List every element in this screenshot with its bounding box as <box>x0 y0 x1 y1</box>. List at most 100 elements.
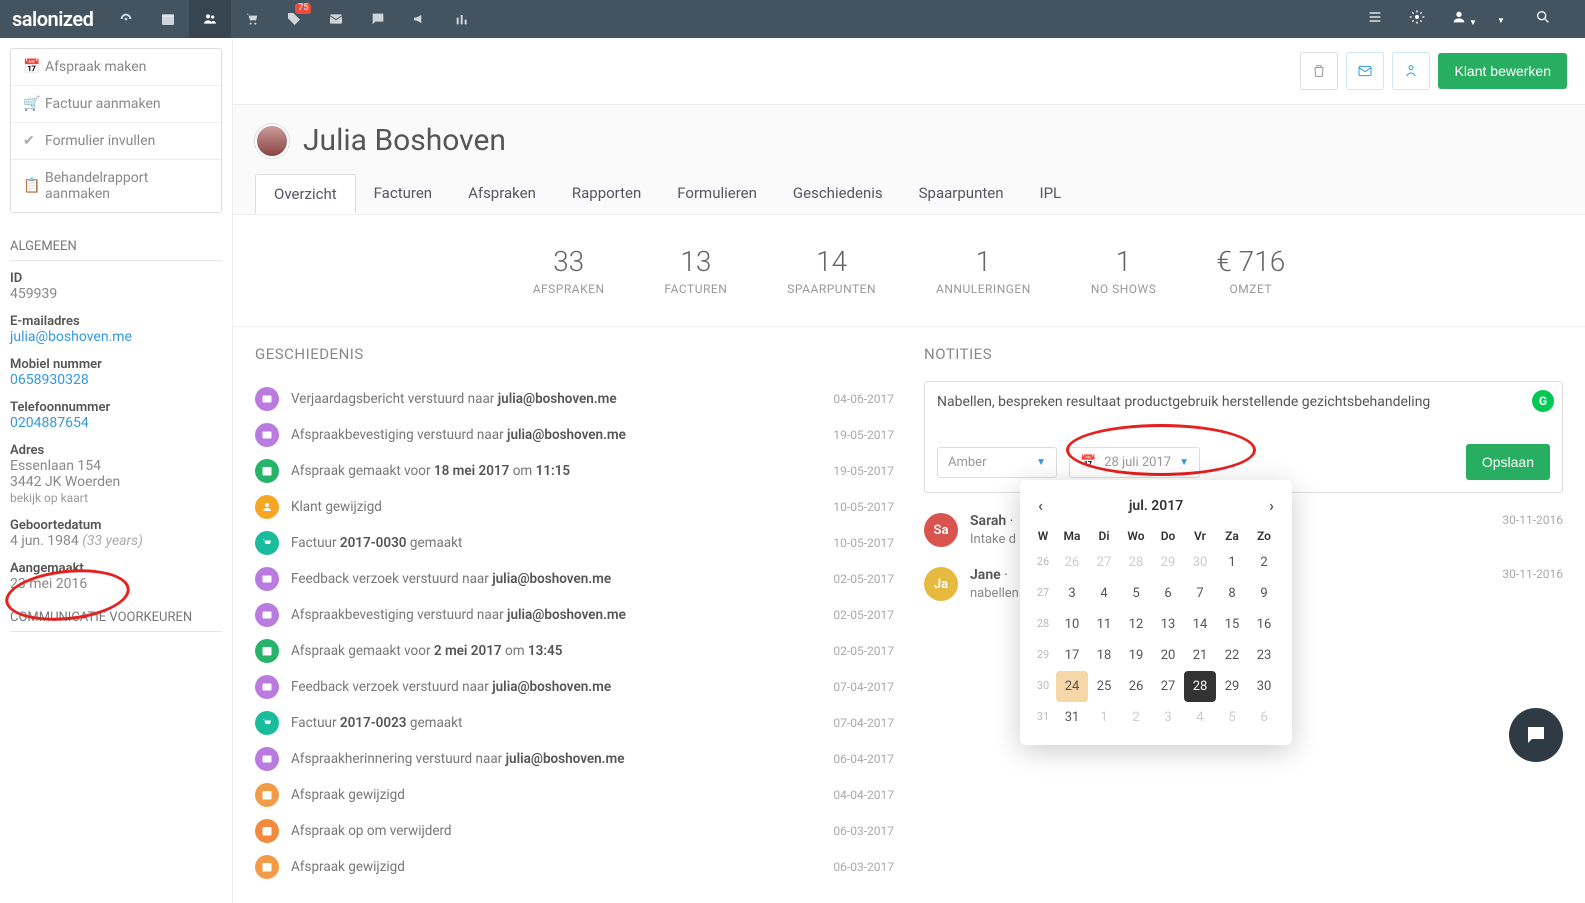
history-item[interactable]: Feedback verzoek verstuurd naar julia@bo… <box>255 561 894 597</box>
history-item[interactable]: Afspraak op om verwijderd06-03-2017 <box>255 813 894 849</box>
dp-day[interactable]: 8 <box>1216 578 1248 609</box>
dp-day[interactable]: 3 <box>1152 702 1184 733</box>
edit-client-button[interactable]: Klant bewerken <box>1438 53 1567 89</box>
dp-day[interactable]: 23 <box>1248 640 1280 671</box>
tab-ipl[interactable]: IPL <box>1022 174 1080 214</box>
chat-fab[interactable] <box>1509 708 1563 762</box>
datepicker-next[interactable]: › <box>1269 496 1274 515</box>
note-date-select[interactable]: 📅28 juli 2017▼ <box>1069 447 1200 478</box>
dp-day[interactable]: 29 <box>1152 547 1184 578</box>
history-item[interactable]: Factuur 2017-0030 gemaakt10-05-2017 <box>255 525 894 561</box>
dp-day[interactable]: 30 <box>1248 671 1280 702</box>
search-icon[interactable] <box>1535 9 1573 29</box>
account-avatar[interactable]: ▼ <box>1493 11 1531 27</box>
dp-day[interactable]: 12 <box>1120 609 1152 640</box>
dp-day[interactable]: 29 <box>1216 671 1248 702</box>
history-item[interactable]: Afspraak gemaakt voor 2 mei 2017 om 13:4… <box>255 633 894 669</box>
address-map-link[interactable]: bekijk op kaart <box>10 491 88 505</box>
dp-day[interactable]: 3 <box>1056 578 1088 609</box>
dp-day[interactable]: 25 <box>1088 671 1120 702</box>
history-item[interactable]: Factuur 2017-0023 gemaakt07-04-2017 <box>255 705 894 741</box>
stats-icon[interactable] <box>441 0 483 38</box>
dp-day[interactable]: 28 <box>1120 547 1152 578</box>
settings-icon[interactable] <box>1409 9 1447 29</box>
dp-day[interactable]: 30 <box>1184 547 1216 578</box>
dp-day[interactable]: 31 <box>1056 702 1088 733</box>
dp-day[interactable]: 28 <box>1184 671 1216 702</box>
chat-icon[interactable] <box>357 0 399 38</box>
dp-day[interactable]: 27 <box>1152 671 1184 702</box>
dp-day[interactable]: 22 <box>1216 640 1248 671</box>
dp-day[interactable]: 20 <box>1152 640 1184 671</box>
dp-day[interactable]: 26 <box>1120 671 1152 702</box>
sidebar-action-appointment[interactable]: 📅Afspraak maken <box>11 49 221 86</box>
note-textarea[interactable] <box>937 394 1550 426</box>
tab-rapporten[interactable]: Rapporten <box>554 174 659 214</box>
phone-value[interactable]: 0204887654 <box>10 415 89 431</box>
dp-day[interactable]: 27 <box>1088 547 1120 578</box>
dp-day[interactable]: 16 <box>1248 609 1280 640</box>
history-item[interactable]: Afspraak gemaakt voor 18 mei 2017 om 11:… <box>255 453 894 489</box>
tab-formulieren[interactable]: Formulieren <box>659 174 775 214</box>
dp-day[interactable]: 4 <box>1088 578 1120 609</box>
tab-geschiedenis[interactable]: Geschiedenis <box>775 174 901 214</box>
history-item[interactable]: Feedback verzoek verstuurd naar julia@bo… <box>255 669 894 705</box>
sidebar-action-form[interactable]: ✔Formulier invullen <box>11 123 221 160</box>
dp-day[interactable]: 5 <box>1120 578 1152 609</box>
history-item[interactable]: Afspraakbevestiging verstuurd naar julia… <box>255 597 894 633</box>
dp-day[interactable]: 21 <box>1184 640 1216 671</box>
mobile-value[interactable]: 0658930328 <box>10 372 89 388</box>
dp-day[interactable]: 5 <box>1216 702 1248 733</box>
history-item[interactable]: Klant gewijzigd10-05-2017 <box>255 489 894 525</box>
datepicker-prev[interactable]: ‹ <box>1038 496 1043 515</box>
merge-button[interactable] <box>1392 52 1430 90</box>
mail-icon[interactable] <box>315 0 357 38</box>
dp-day[interactable]: 1 <box>1088 702 1120 733</box>
tab-afspraken[interactable]: Afspraken <box>450 174 554 214</box>
list-icon[interactable] <box>1367 9 1405 29</box>
dp-day[interactable]: 18 <box>1088 640 1120 671</box>
history-item[interactable]: Afspraakherinnering verstuurd naar julia… <box>255 741 894 777</box>
dashboard-icon[interactable] <box>105 0 147 38</box>
history-item[interactable]: Afspraakbevestiging verstuurd naar julia… <box>255 417 894 453</box>
dp-day[interactable]: 6 <box>1248 702 1280 733</box>
customers-icon[interactable] <box>189 0 231 38</box>
megaphone-icon[interactable] <box>399 0 441 38</box>
dp-day[interactable]: 2 <box>1120 702 1152 733</box>
cart-icon[interactable] <box>231 0 273 38</box>
dp-day[interactable]: 14 <box>1184 609 1216 640</box>
calendar-icon[interactable] <box>147 0 189 38</box>
history-item[interactable]: Verjaardagsbericht verstuurd naar julia@… <box>255 381 894 417</box>
dp-day[interactable]: 11 <box>1088 609 1120 640</box>
note-assignee-select[interactable]: Amber▼ <box>937 447 1057 478</box>
dp-day[interactable]: 4 <box>1184 702 1216 733</box>
dp-week-num: 29 <box>1030 640 1056 671</box>
tab-overzicht[interactable]: Overzicht <box>255 174 356 214</box>
tags-icon[interactable]: 75 <box>273 0 315 38</box>
sidebar-action-invoice[interactable]: 🛒Factuur aanmaken <box>11 86 221 123</box>
dp-day[interactable]: 2 <box>1248 547 1280 578</box>
dp-day[interactable]: 24 <box>1056 671 1088 702</box>
dp-day[interactable]: 1 <box>1216 547 1248 578</box>
history-item[interactable]: Afspraak gewijzigd06-03-2017 <box>255 849 894 885</box>
email-value[interactable]: julia@boshoven.me <box>10 329 132 345</box>
history-item[interactable]: Afspraak gewijzigd04-04-2017 <box>255 777 894 813</box>
dp-day[interactable]: 13 <box>1152 609 1184 640</box>
tab-facturen[interactable]: Facturen <box>356 174 450 214</box>
dp-day[interactable]: 6 <box>1152 578 1184 609</box>
calendar-icon: 📅 <box>1080 455 1096 470</box>
tab-spaarpunten[interactable]: Spaarpunten <box>901 174 1022 214</box>
dp-day[interactable]: 7 <box>1184 578 1216 609</box>
dp-day[interactable]: 19 <box>1120 640 1152 671</box>
mail-button[interactable] <box>1346 52 1384 90</box>
note-save-button[interactable]: Opslaan <box>1466 444 1550 480</box>
history-text: Verjaardagsbericht verstuurd naar julia@… <box>291 391 821 407</box>
dp-day[interactable]: 15 <box>1216 609 1248 640</box>
dp-day[interactable]: 9 <box>1248 578 1280 609</box>
delete-button[interactable] <box>1300 52 1338 90</box>
sidebar-action-report[interactable]: 📋Behandelrapport aanmaken <box>11 160 221 212</box>
user-menu-icon[interactable]: ▼ <box>1451 9 1489 29</box>
dp-day[interactable]: 10 <box>1056 609 1088 640</box>
dp-day[interactable]: 26 <box>1056 547 1088 578</box>
dp-day[interactable]: 17 <box>1056 640 1088 671</box>
